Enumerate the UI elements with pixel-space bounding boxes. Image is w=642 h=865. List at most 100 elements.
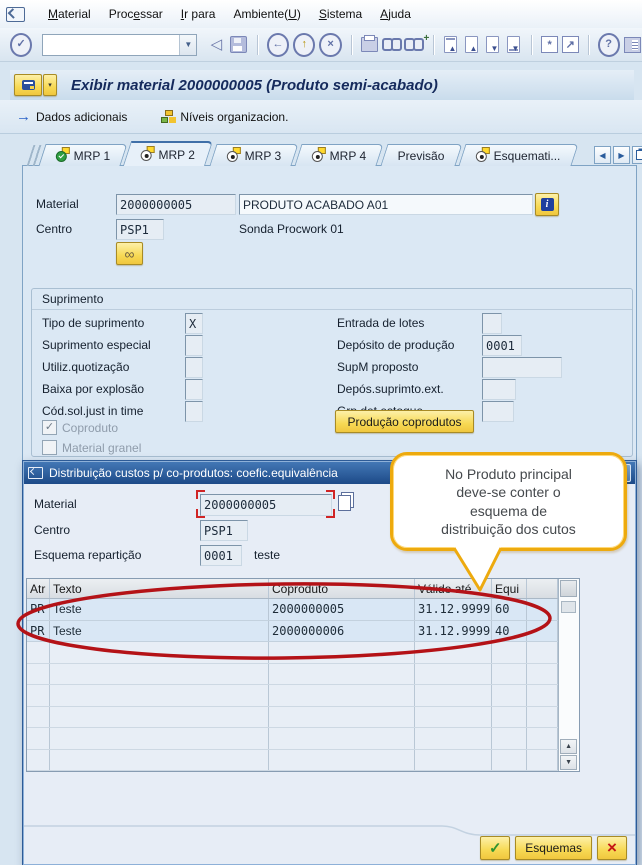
tab-mrp2[interactable]: MRP 2	[123, 141, 214, 166]
tab-previsao[interactable]: Previsão	[380, 144, 462, 166]
customize-layout-icon[interactable]	[624, 34, 642, 56]
cancel-icon[interactable]: ×	[319, 33, 341, 57]
command-dropdown-icon[interactable]: ▼	[179, 35, 196, 55]
cell-equi[interactable]: 40	[492, 621, 527, 642]
niveis-organizacion-button[interactable]: Níveis organizacion.	[157, 108, 292, 126]
scroll-up-icon[interactable]: ▲	[560, 739, 577, 754]
table-row-empty[interactable]	[27, 642, 558, 664]
create-shortcut-icon[interactable]: ↗	[562, 36, 579, 53]
tab-mrp4[interactable]: MRP 4	[295, 144, 385, 166]
confirm-button[interactable]: ✓	[480, 836, 510, 860]
table-row[interactable]: PR Teste 2000000006 31.12.9999 40	[27, 621, 558, 643]
tab-esquemati[interactable]: Esquemati...	[458, 144, 578, 166]
menu-item-ajuda[interactable]: Ajuda	[371, 4, 420, 24]
centro-field[interactable]	[116, 219, 164, 240]
cell-coproduto[interactable]: 2000000005	[269, 599, 415, 620]
cell-texto[interactable]: Teste	[50, 599, 269, 620]
cell-atr[interactable]: PR	[27, 621, 50, 642]
table-row-empty[interactable]	[27, 728, 558, 750]
deposito-producao-input[interactable]	[483, 336, 521, 355]
dialog-material-input[interactable]	[201, 495, 331, 515]
material-input[interactable]	[117, 195, 235, 214]
tipo-suprimento-field[interactable]	[185, 313, 203, 334]
gui-services-icon[interactable]	[14, 74, 42, 96]
cell-equi[interactable]: 60	[492, 599, 527, 620]
new-session-icon[interactable]: *	[541, 36, 558, 53]
title-dropdown-icon[interactable]: ▾	[43, 74, 57, 96]
supm-proposto-field[interactable]	[482, 357, 562, 378]
menu-item-ambiente[interactable]: Ambiente(U)	[224, 4, 309, 24]
previous-page-icon[interactable]: ▲	[465, 36, 478, 53]
next-page-icon[interactable]: ▼	[486, 36, 499, 53]
find-icon[interactable]	[383, 34, 401, 56]
grp-det-estoque-input[interactable]	[483, 402, 513, 421]
cell-coproduto[interactable]: 2000000006	[269, 621, 415, 642]
vertical-scrollbar[interactable]: ▲ ▼	[558, 579, 579, 771]
save-icon[interactable]	[230, 34, 248, 56]
system-menu-icon[interactable]	[6, 7, 25, 22]
menu-item-ir-para[interactable]: Ir para	[172, 4, 225, 24]
first-page-icon[interactable]: ▲	[444, 36, 457, 53]
back-icon[interactable]: ←	[267, 33, 289, 57]
scroll-down-icon[interactable]: ▼	[560, 755, 577, 770]
menu-item-material[interactable]: Material	[39, 4, 100, 24]
material-description-input[interactable]	[240, 195, 532, 214]
material-field[interactable]	[116, 194, 236, 215]
deposito-producao-field[interactable]	[482, 335, 522, 356]
grp-det-estoque-field[interactable]	[482, 401, 514, 422]
table-row-empty[interactable]	[27, 664, 558, 686]
cell-valido-ate[interactable]: 31.12.9999	[415, 599, 492, 620]
dialog-centro-field[interactable]	[200, 520, 248, 541]
help-icon[interactable]: ?	[598, 33, 620, 57]
find-next-icon[interactable]: +	[405, 34, 423, 56]
menu-item-processar[interactable]: Processar	[100, 4, 172, 24]
table-config-button[interactable]	[560, 580, 577, 597]
tab-mrp1[interactable]: MRP 1	[38, 144, 128, 166]
tab-mrp3[interactable]: MRP 3	[209, 144, 299, 166]
suprimento-especial-field[interactable]	[185, 335, 203, 356]
table-row-empty[interactable]	[27, 707, 558, 729]
col-header-coproduto[interactable]: Coproduto	[269, 579, 415, 598]
command-input[interactable]	[43, 37, 179, 53]
esquema-reparticao-field[interactable]	[200, 545, 242, 566]
centro-input[interactable]	[117, 220, 163, 239]
suprimento-especial-input[interactable]	[186, 336, 202, 355]
info-button[interactable]: i	[535, 193, 559, 216]
tipo-suprimento-input[interactable]	[186, 314, 202, 333]
scrollbar-thumb[interactable]	[561, 601, 576, 613]
esquemas-button[interactable]: Esquemas	[515, 836, 592, 860]
baixa-explosao-field[interactable]	[185, 379, 203, 400]
dialog-centro-input[interactable]	[201, 521, 247, 540]
enter-check-icon[interactable]: ✓	[10, 33, 32, 57]
depos-suprimto-field[interactable]	[482, 379, 516, 400]
entrada-lotes-input[interactable]	[483, 314, 501, 333]
cancel-dialog-button[interactable]: ×	[597, 836, 627, 860]
depos-suprimto-input[interactable]	[483, 380, 515, 399]
producao-coprodutos-button[interactable]: Produção coprodutos	[335, 410, 474, 433]
dialog-material-field[interactable]	[200, 494, 332, 516]
cell-texto[interactable]: Teste	[50, 621, 269, 642]
esquema-reparticao-input[interactable]	[201, 546, 241, 565]
tab-scroll-left-icon[interactable]: ◀	[594, 146, 611, 164]
cell-atr[interactable]: PR	[27, 599, 50, 620]
copy-icon[interactable]	[338, 495, 351, 511]
tab-scroll-right-icon[interactable]: ▶	[613, 146, 630, 164]
supm-proposto-input[interactable]	[483, 358, 561, 377]
utiliz-quotizacao-input[interactable]	[186, 358, 202, 377]
table-row[interactable]: PR Teste 2000000005 31.12.9999 60	[27, 599, 558, 621]
continue-icon[interactable]: ◁	[207, 34, 225, 56]
baixa-explosao-input[interactable]	[186, 380, 202, 399]
table-row-empty[interactable]	[27, 685, 558, 707]
tab-list-icon[interactable]	[632, 146, 642, 164]
col-header-texto[interactable]: Texto	[50, 579, 269, 598]
jit-field[interactable]	[185, 401, 203, 422]
exit-icon[interactable]: ↑	[293, 33, 315, 57]
utiliz-quotizacao-field[interactable]	[185, 357, 203, 378]
cell-valido-ate[interactable]: 31.12.9999	[415, 621, 492, 642]
menu-item-sistema[interactable]: Sistema	[310, 4, 371, 24]
table-row-empty[interactable]	[27, 750, 558, 772]
jit-input[interactable]	[186, 402, 202, 421]
dados-adicionais-button[interactable]: → Dados adicionais	[12, 107, 131, 126]
print-icon[interactable]	[361, 34, 379, 56]
last-page-icon[interactable]: ▼	[507, 36, 520, 53]
